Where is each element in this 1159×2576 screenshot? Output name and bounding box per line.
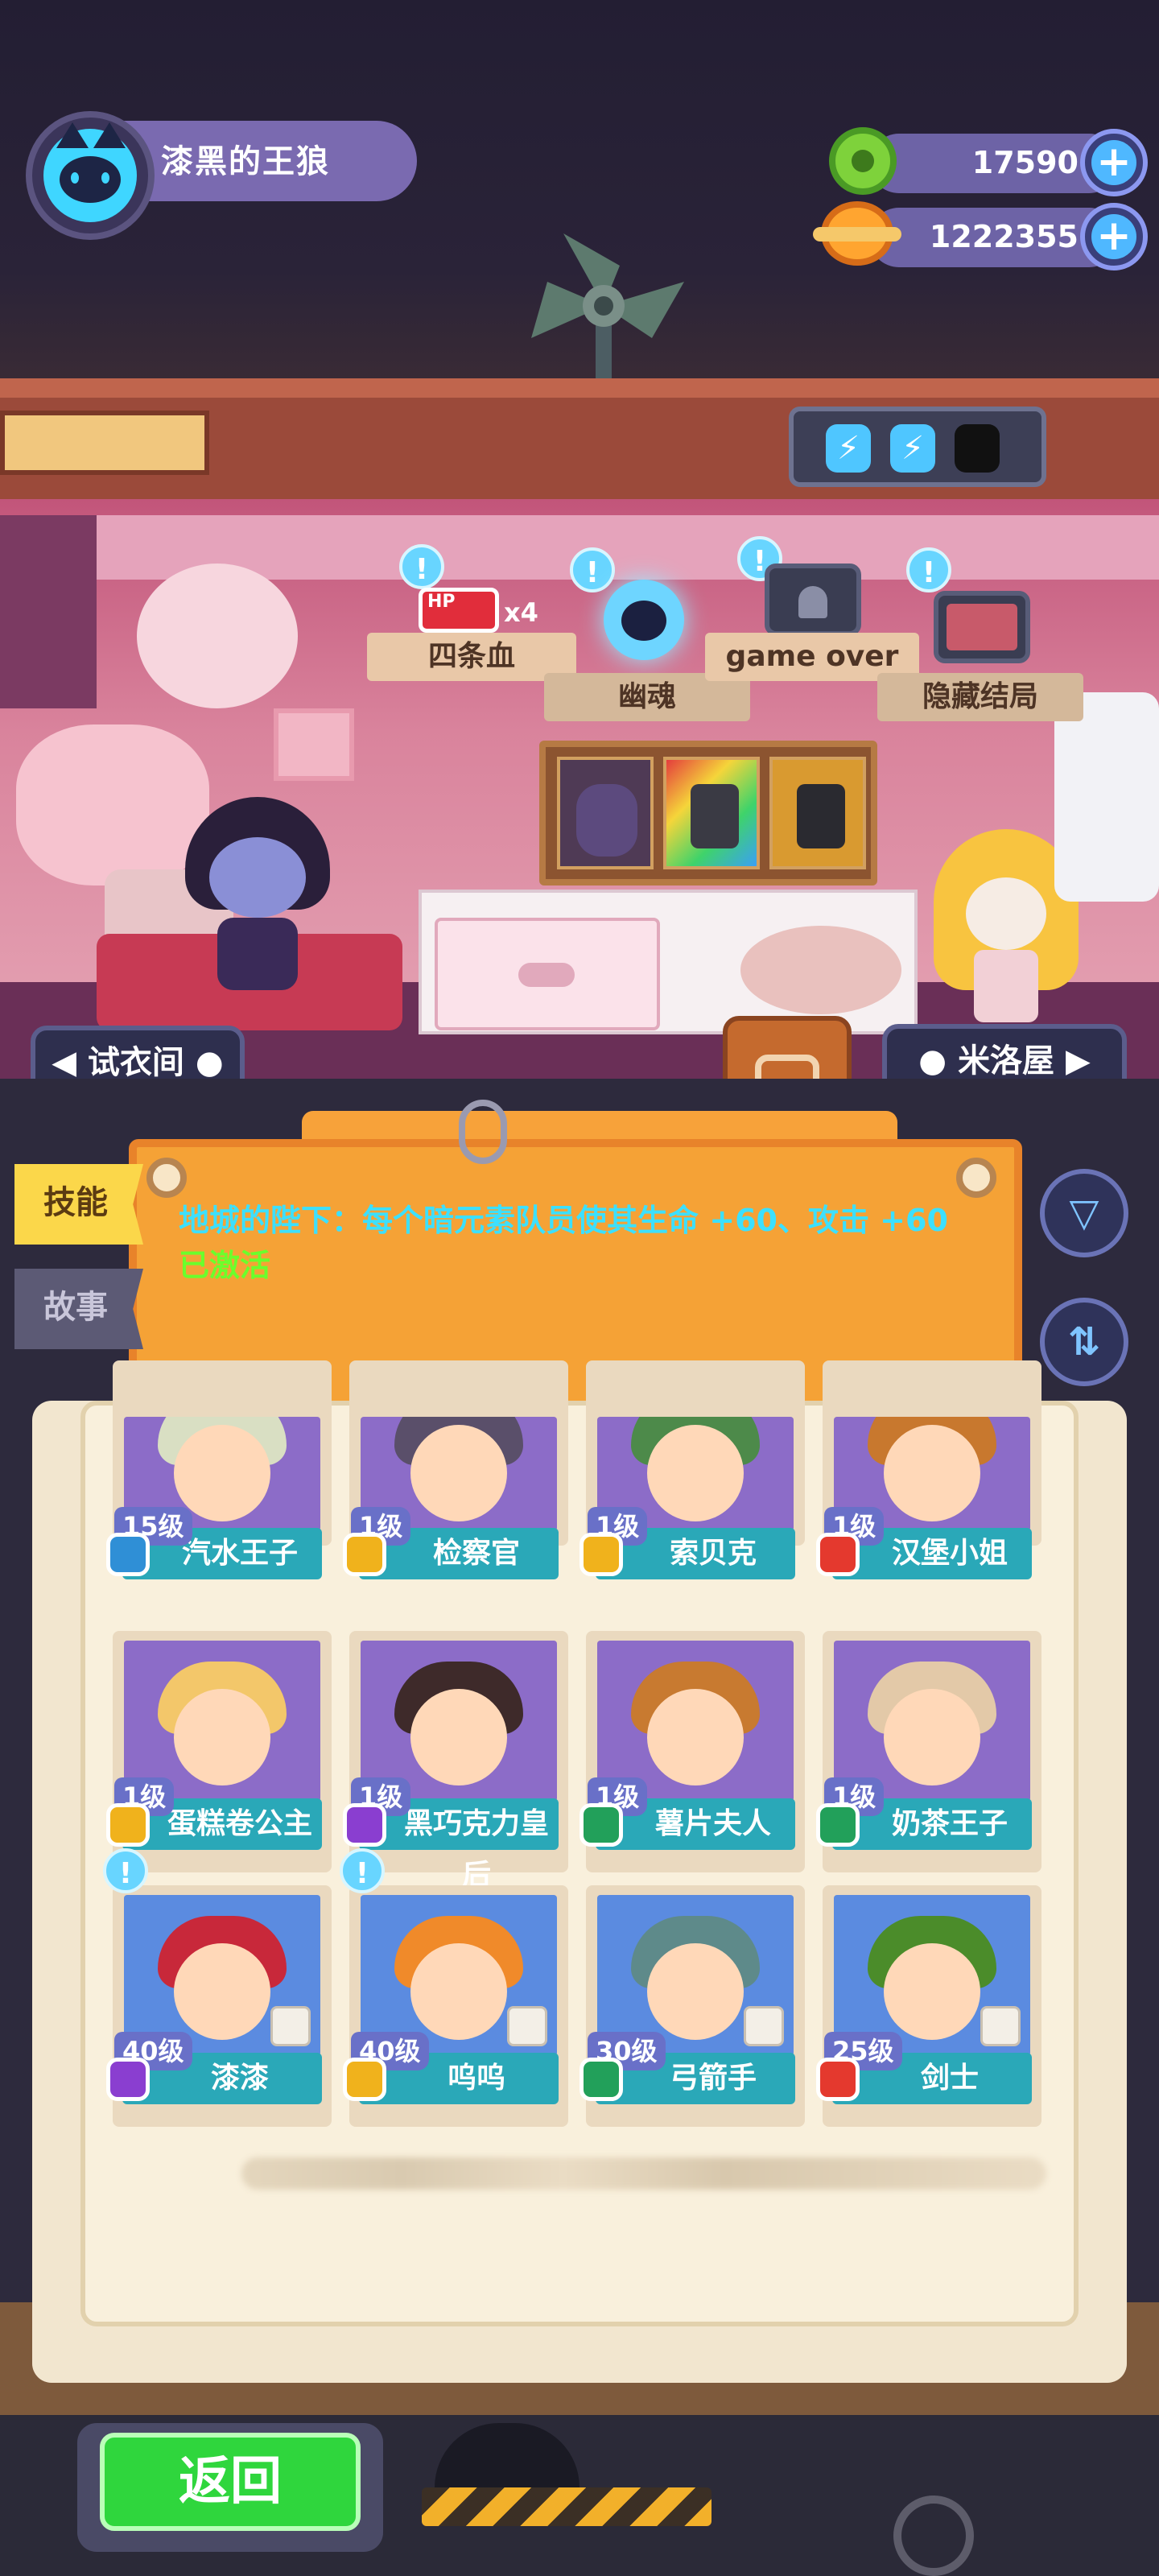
character-face (647, 1425, 744, 1521)
filter-icon: ▽ (1069, 1191, 1099, 1236)
player-name: 漆黑的王狼 (161, 143, 330, 180)
alert-icon[interactable]: ! (570, 547, 615, 592)
skill-description: 地城的陛下：每个暗元素队员使其生命 +60、攻击 +60 已激活 (179, 1198, 984, 1288)
character-card[interactable]: 汉堡小姐 1级 (816, 1360, 1041, 1602)
outfit-shirt-icon[interactable] (744, 2006, 784, 2046)
rivet (956, 1158, 996, 1198)
character-face (884, 1425, 980, 1521)
shelf-edge (0, 378, 1159, 398)
character-card[interactable]: 蛋糕卷公主 1级 (106, 1631, 332, 1872)
ceiling-fan-icon (531, 233, 684, 394)
character-face (174, 1943, 270, 2040)
skill-status: 已激活 (179, 1248, 271, 1283)
filter-button[interactable]: ▽ (1040, 1169, 1128, 1257)
locked-outfit-slot[interactable] (663, 757, 760, 869)
hazard-stripe (422, 2487, 711, 2526)
class-shield-icon (816, 1533, 860, 1576)
locked-outfit-slot[interactable] (769, 757, 866, 869)
back-button[interactable]: 返回 (100, 2433, 361, 2531)
alert-icon[interactable]: ! (103, 1848, 148, 1893)
character-card[interactable]: 汽水王子 15级 (106, 1360, 332, 1602)
character-card[interactable]: 漆漆 40级 ! (103, 1848, 332, 2127)
window (0, 515, 97, 708)
lightning-icon: ⚡ (890, 424, 935, 473)
heart-picture (274, 708, 354, 781)
skill-text: 地城的陛下：每个暗元素队员使其生命 +60、攻击 +60 (179, 1203, 948, 1238)
plus-icon: + (1091, 140, 1136, 185)
character-card[interactable]: 剑士 25级 (816, 1885, 1041, 2127)
outfit-slot[interactable] (557, 757, 654, 869)
class-shield-icon (343, 1803, 386, 1847)
rivet (146, 1158, 187, 1198)
tab-skill[interactable]: 技能 (14, 1164, 143, 1245)
sort-button[interactable]: ⇅ (1040, 1298, 1128, 1386)
tombstone-tv-icon (765, 564, 861, 636)
character-card[interactable]: 黑巧克力皇后 1级 (343, 1631, 568, 1892)
ghost-icon (604, 580, 684, 660)
class-shield-icon (106, 1533, 150, 1576)
lamp-shade (137, 564, 298, 708)
green-currency-value: 17590 (971, 145, 1079, 180)
empty-energy-slot (955, 424, 1000, 473)
character-face (647, 1943, 744, 2040)
character-card[interactable]: 弓箭手 30级 (580, 1885, 805, 2127)
character-face (647, 1689, 744, 1785)
orange-currency-value: 1222355 (929, 219, 1079, 254)
character-face (410, 1943, 507, 2040)
class-shield-icon (816, 2058, 860, 2101)
dark-queen-character[interactable] (153, 797, 362, 998)
energy-indicator: ⚡ ⚡ (789, 407, 1046, 487)
class-shield-icon (580, 1803, 623, 1847)
outfit-shirt-icon[interactable] (270, 2006, 311, 2046)
add-orange-currency-button[interactable]: + (1080, 203, 1148, 270)
sort-icon: ⇅ (1067, 1319, 1101, 1364)
gear-decoration (893, 2496, 974, 2576)
blurred-hint-text (241, 2157, 1046, 2190)
class-shield-icon (580, 2058, 623, 2101)
class-shield-icon (343, 1533, 386, 1576)
hidden-ending-tv-icon (934, 591, 1030, 663)
character-face (174, 1689, 270, 1785)
character-face (884, 1689, 980, 1785)
character-face (884, 1943, 980, 2040)
alert-icon[interactable]: ! (340, 1848, 385, 1893)
outfit-shirt-icon[interactable] (507, 2006, 547, 2046)
outfit-frame (539, 741, 877, 886)
character-card[interactable]: 呜呜 40级 ! (340, 1848, 568, 2127)
tab-story[interactable]: 故事 (14, 1269, 143, 1349)
character-face (410, 1689, 507, 1785)
class-shield-icon (106, 1803, 150, 1847)
character-face (410, 1425, 507, 1521)
outfit-shirt-icon[interactable] (980, 2006, 1021, 2046)
paper-clip-icon (459, 1100, 507, 1164)
wall-vent (0, 411, 209, 475)
add-green-currency-button[interactable]: + (1080, 129, 1148, 196)
character-card[interactable]: 检察官 1级 (343, 1360, 568, 1602)
character-card[interactable]: 索贝克 1级 (580, 1360, 805, 1602)
sailor-outfit (1054, 692, 1159, 902)
plus-icon: + (1091, 214, 1136, 259)
character-face (174, 1425, 270, 1521)
character-card[interactable]: 薯片夫人 1级 (580, 1631, 805, 1872)
ending-hidden[interactable]: 隐藏结局 (877, 673, 1083, 721)
alert-icon[interactable]: ! (399, 544, 444, 589)
desk-drawer (435, 918, 660, 1030)
lightning-icon: ⚡ (826, 424, 871, 473)
hp-battery-icon: HP (419, 588, 499, 633)
toy-shelf (740, 926, 901, 1014)
class-shield-icon (816, 1803, 860, 1847)
class-shield-icon (580, 1533, 623, 1576)
class-shield-icon (106, 2058, 150, 2101)
class-shield-icon (343, 2058, 386, 2101)
character-card[interactable]: 奶茶王子 1级 (816, 1631, 1041, 1872)
black-cat-avatar-icon (43, 122, 137, 222)
hp-count: x4 (504, 597, 538, 628)
alert-icon[interactable]: ! (906, 547, 951, 592)
orange-planet-icon (813, 201, 901, 266)
